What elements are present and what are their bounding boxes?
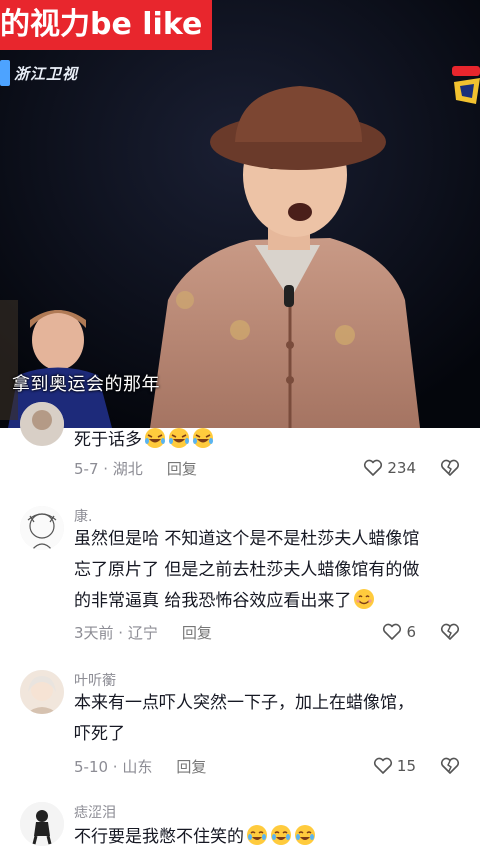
like-button[interactable]: 234 <box>363 459 416 477</box>
rolling-laughing-emoji-icon <box>145 428 165 448</box>
comment-text: 虽然但是哈 不知道这个是不是杜莎夫人蜡像馆 忘了原片了 但是之前去杜莎夫人蜡像馆… <box>74 524 466 617</box>
show-logo-icon <box>452 66 480 104</box>
comment-meta: 5-7 · 湖北 回复 234 <box>74 456 460 480</box>
broken-heart-icon <box>440 757 460 774</box>
comment-username[interactable]: 叶听蘅 <box>74 670 116 690</box>
comment-date: 5-7 · 湖北 <box>74 459 143 478</box>
rolling-laughing-emoji-icon <box>169 428 189 448</box>
comment-text-content: 不行要是我憋不住笑的 <box>74 827 244 847</box>
comment-item: 叶听蘅 本来有一点吓人突然一下子，加上在蜡像馆， 吓死了 5-10 · 山东 回… <box>0 668 480 778</box>
reply-button[interactable]: 回复 <box>182 622 212 643</box>
avatar[interactable] <box>20 802 64 846</box>
avatar[interactable] <box>20 402 64 446</box>
heart-outline-icon <box>373 757 392 774</box>
comment-text: 本来有一点吓人突然一下子，加上在蜡像馆， 吓死了 <box>74 688 466 750</box>
like-count: 234 <box>387 459 416 477</box>
broken-heart-icon <box>440 623 460 640</box>
reply-button[interactable]: 回复 <box>167 458 197 479</box>
comment-text: 死于话多 <box>74 425 466 456</box>
comment-text-line: 的非常逼真 给我恐怖谷效应看出来了 <box>74 591 352 611</box>
comment-item: 康. 虽然但是哈 不知道这个是不是杜莎夫人蜡像馆 忘了原片了 但是之前去杜莎夫人… <box>0 504 480 644</box>
video-title-banner: 的视力be like <box>0 0 213 50</box>
comment-meta: 5-10 · 山东 回复 15 <box>74 754 460 778</box>
station-logo: 浙江卫视 <box>0 60 78 86</box>
rolling-laughing-emoji-icon <box>193 428 213 448</box>
comment-item: 死于话多 5-7 · 湖北 回复 234 <box>0 402 480 488</box>
like-count: 6 <box>406 623 416 641</box>
comment-text-line: 忘了原片了 但是之前去杜莎夫人蜡像馆有的做 <box>74 560 420 580</box>
tears-of-joy-emoji-icon <box>295 825 315 845</box>
comment-item: 痣涩泪 不行要是我憋不住笑的 <box>0 800 480 853</box>
reply-button[interactable]: 回复 <box>176 756 206 777</box>
broken-heart-icon <box>440 459 460 476</box>
video-subtitle: 拿到奥运会的那年 <box>12 374 160 395</box>
comment-list: 死于话多 5-7 · 湖北 回复 234 康. 虽然但是哈 不知道这个是不是杜莎… <box>0 402 480 853</box>
comment-text-content: 死于话多 <box>74 430 142 450</box>
dislike-button[interactable] <box>440 757 460 775</box>
comment-date: 5-10 · 山东 <box>74 757 153 776</box>
comment-text-line: 吓死了 <box>74 724 125 744</box>
avatar[interactable] <box>20 506 64 550</box>
comment-text: 不行要是我憋不住笑的 <box>74 822 466 853</box>
heart-outline-icon <box>364 459 383 476</box>
comment-date: 3天前 · 辽宁 <box>74 623 158 642</box>
video-player[interactable]: 的视力be like 浙江卫视 拿到奥运会的那年 <box>0 0 480 428</box>
like-count: 15 <box>396 757 416 775</box>
dislike-button[interactable] <box>440 459 460 477</box>
comment-username[interactable]: 痣涩泪 <box>74 802 116 822</box>
tears-of-joy-emoji-icon <box>247 825 267 845</box>
comment-text-line: 虽然但是哈 不知道这个是不是杜莎夫人蜡像馆 <box>74 529 420 549</box>
dislike-button[interactable] <box>440 623 460 641</box>
zhejiang-tv-logo-icon <box>0 60 10 86</box>
like-button[interactable]: 15 <box>373 757 416 775</box>
avatar[interactable] <box>20 670 64 714</box>
smile-emoji-icon <box>354 589 375 609</box>
like-button[interactable]: 6 <box>382 623 416 641</box>
comment-meta: 3天前 · 辽宁 回复 6 <box>74 620 460 644</box>
heart-outline-icon <box>383 623 402 640</box>
tears-of-joy-emoji-icon <box>271 825 291 845</box>
comment-text-line: 本来有一点吓人突然一下子，加上在蜡像馆， <box>74 693 414 713</box>
comment-username[interactable]: 康. <box>74 506 92 526</box>
station-logo-label: 浙江卫视 <box>14 64 79 83</box>
